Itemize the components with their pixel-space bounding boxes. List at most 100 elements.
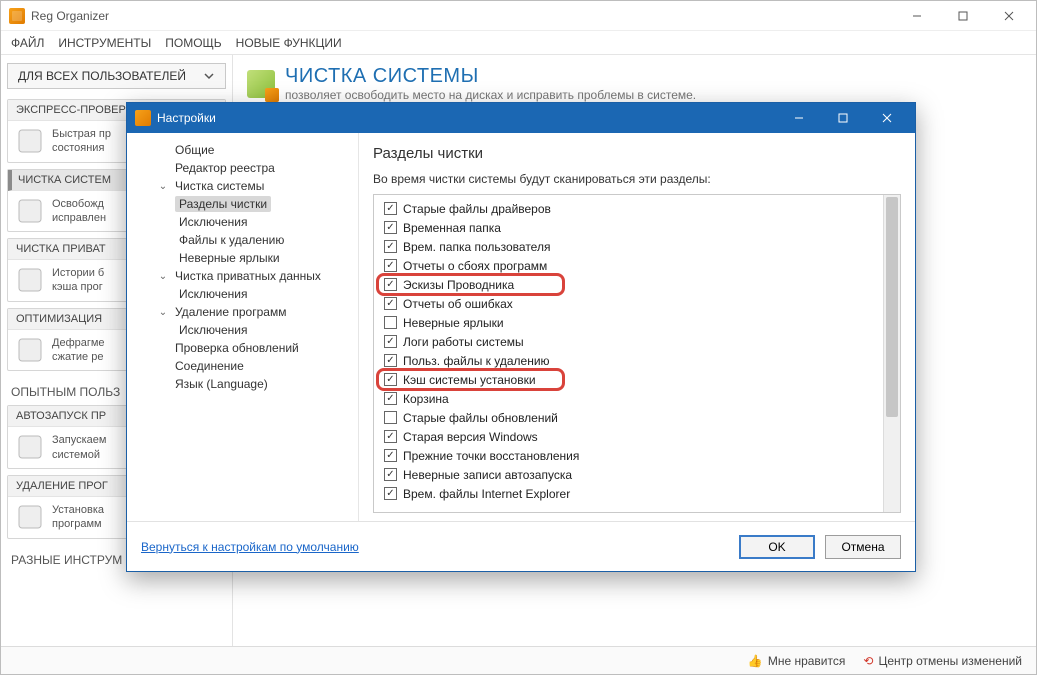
scope-dropdown[interactable]: ДЛЯ ВСЕХ ПОЛЬЗОВАТЕЛЕЙ — [7, 63, 226, 89]
like-button[interactable]: 👍 Мне нравится — [748, 654, 846, 668]
settings-maximize-button[interactable] — [821, 103, 865, 133]
checkbox[interactable] — [384, 392, 397, 405]
tree-item-label: Общие — [171, 142, 218, 158]
checkbox[interactable] — [384, 202, 397, 215]
check-label: Эскизы Проводника — [403, 278, 514, 292]
check-row[interactable]: Старые файлы обновлений — [382, 408, 875, 427]
tree-item[interactable]: Проверка обновлений — [131, 339, 354, 357]
undo-label: Центр отмены изменений — [878, 654, 1022, 668]
check-row[interactable]: Временная папка — [382, 218, 875, 237]
check-row[interactable]: Неверные записи автозапуска — [382, 465, 875, 484]
check-label: Старые файлы обновлений — [403, 411, 558, 425]
settings-tree[interactable]: Общие Редактор реестра⌄Чистка системыРазд… — [127, 133, 359, 521]
menu-help[interactable]: ПОМОЩЬ — [165, 36, 221, 50]
checkbox[interactable] — [384, 487, 397, 500]
app-title: Reg Organizer — [31, 9, 894, 23]
tree-item[interactable]: Исключения — [131, 321, 354, 339]
check-row[interactable]: Прежние точки восстановления — [382, 446, 875, 465]
check-row[interactable]: Отчеты об ошибках — [382, 294, 875, 313]
checkbox[interactable] — [384, 259, 397, 272]
tree-item[interactable]: Файлы к удалению — [131, 231, 354, 249]
checkbox[interactable] — [384, 316, 397, 329]
check-row[interactable]: Логи работы системы — [382, 332, 875, 351]
sidebar-line1: Запускаем — [52, 433, 106, 447]
chevron-down-icon — [203, 70, 215, 82]
page-title: ЧИСТКА СИСТЕМЫ — [285, 65, 696, 88]
checkbox[interactable] — [384, 449, 397, 462]
tree-item[interactable]: ⌄Чистка системы — [131, 177, 354, 195]
check-row[interactable]: Отчеты о сбоях программ — [382, 256, 875, 275]
checkbox[interactable] — [384, 221, 397, 234]
pane-subtitle: Во время чистки системы будут сканироват… — [373, 172, 901, 186]
maximize-button[interactable] — [940, 1, 986, 31]
tree-item[interactable]: ⌄Удаление программ — [131, 303, 354, 321]
tree-twisty-icon: ⌄ — [157, 307, 169, 318]
checkbox[interactable] — [384, 278, 397, 291]
tree-item[interactable]: Редактор реестра — [131, 159, 354, 177]
scrollbar[interactable] — [883, 195, 900, 512]
tree-item[interactable]: Общие — [131, 141, 354, 159]
check-label: Неверные ярлыки — [403, 316, 504, 330]
tree-item[interactable]: Неверные ярлыки — [131, 249, 354, 267]
scrollbar-thumb[interactable] — [886, 197, 898, 417]
check-label: Старые файлы драйверов — [403, 202, 551, 216]
check-label: Неверные записи автозапуска — [403, 468, 572, 482]
tree-item[interactable]: Соединение — [131, 357, 354, 375]
settings-footer: Вернуться к настройкам по умолчанию OK О… — [127, 521, 915, 571]
settings-icon — [135, 110, 151, 126]
like-label: Мне нравится — [768, 654, 846, 668]
tree-item[interactable]: Разделы чистки — [131, 195, 354, 213]
undo-icon: ⟲ — [863, 654, 873, 668]
check-row[interactable]: Врем. файлы Internet Explorer — [382, 484, 875, 503]
check-row[interactable]: Неверные ярлыки — [382, 313, 875, 332]
tree-item[interactable]: Исключения — [131, 213, 354, 231]
reset-defaults-link[interactable]: Вернуться к настройкам по умолчанию — [141, 540, 359, 554]
checkbox[interactable] — [384, 373, 397, 386]
minimize-button[interactable] — [894, 1, 940, 31]
settings-close-button[interactable] — [865, 103, 909, 133]
sidebar-section-icon — [16, 127, 44, 155]
tree-item-label: Удаление программ — [171, 304, 290, 320]
menu-new[interactable]: НОВЫЕ ФУНКЦИИ — [236, 36, 342, 50]
checkbox[interactable] — [384, 335, 397, 348]
check-row[interactable]: Старые файлы драйверов — [382, 199, 875, 218]
menu-tools[interactable]: ИНСТРУМЕНТЫ — [58, 36, 151, 50]
sidebar-line2: исправлен — [52, 211, 106, 225]
settings-titlebar: Настройки — [127, 103, 915, 133]
menu-bar: ФАЙЛ ИНСТРУМЕНТЫ ПОМОЩЬ НОВЫЕ ФУНКЦИИ — [1, 31, 1036, 55]
check-row[interactable]: Старая версия Windows — [382, 427, 875, 446]
checkbox[interactable] — [384, 354, 397, 367]
menu-file[interactable]: ФАЙЛ — [11, 36, 44, 50]
sidebar-section-icon — [16, 266, 44, 294]
tree-item-label: Редактор реестра — [171, 160, 279, 176]
check-label: Польз. файлы к удалению — [403, 354, 550, 368]
close-button[interactable] — [986, 1, 1032, 31]
check-row[interactable]: Врем. папка пользователя — [382, 237, 875, 256]
sidebar-line2: состояния — [52, 141, 111, 155]
scope-label: ДЛЯ ВСЕХ ПОЛЬЗОВАТЕЛЕЙ — [18, 69, 186, 83]
checkbox[interactable] — [384, 297, 397, 310]
main-titlebar: Reg Organizer — [1, 1, 1036, 31]
tree-item[interactable]: ⌄Чистка приватных данных — [131, 267, 354, 285]
check-row[interactable]: Эскизы Проводника — [382, 275, 875, 294]
ok-button[interactable]: OK — [739, 535, 815, 559]
content-header: ЧИСТКА СИСТЕМЫ позволяет освободить мест… — [247, 65, 1022, 102]
check-row[interactable]: Кэш системы установки — [382, 370, 875, 389]
checkbox[interactable] — [384, 468, 397, 481]
checkbox[interactable] — [384, 430, 397, 443]
settings-minimize-button[interactable] — [777, 103, 821, 133]
checkbox[interactable] — [384, 411, 397, 424]
settings-title: Настройки — [157, 111, 777, 125]
thumb-up-icon: 👍 — [748, 654, 763, 668]
check-list[interactable]: Старые файлы драйверовВременная папкаВре… — [374, 195, 883, 512]
undo-center-button[interactable]: ⟲ Центр отмены изменений — [863, 654, 1022, 668]
check-row[interactable]: Польз. файлы к удалению — [382, 351, 875, 370]
tree-item[interactable]: Исключения — [131, 285, 354, 303]
check-list-box: Старые файлы драйверовВременная папкаВре… — [373, 194, 901, 513]
cancel-button[interactable]: Отмена — [825, 535, 901, 559]
tree-item[interactable]: Язык (Language) — [131, 375, 354, 393]
tree-item-label: Файлы к удалению — [175, 232, 288, 248]
check-row[interactable]: Корзина — [382, 389, 875, 408]
sidebar-line2: программ — [52, 517, 104, 531]
checkbox[interactable] — [384, 240, 397, 253]
